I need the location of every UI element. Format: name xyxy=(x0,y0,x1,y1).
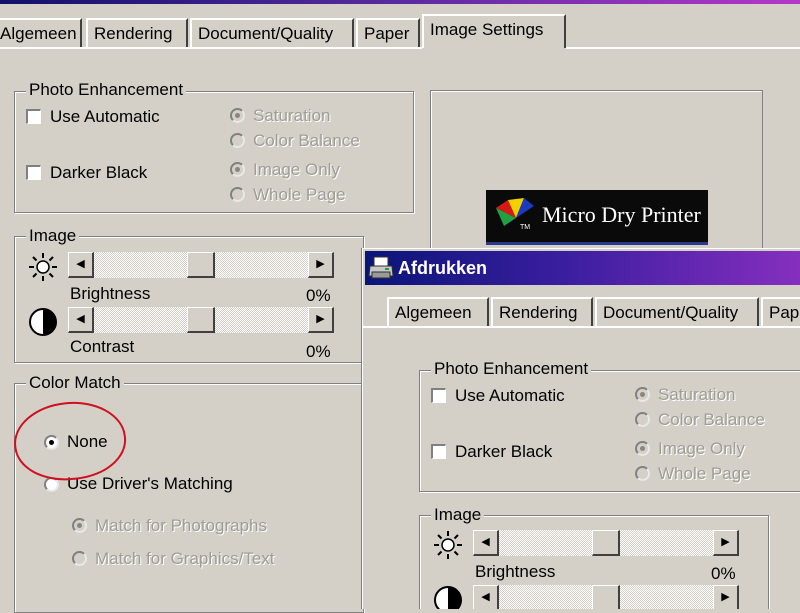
arrow-right-icon: ▶ xyxy=(721,536,730,548)
contrast-value: 0% xyxy=(306,342,331,361)
image-only-label: Image Only xyxy=(253,160,340,179)
match-photographs-radio[interactable] xyxy=(72,518,87,533)
dialog-title: Afdrukken xyxy=(398,258,488,278)
dialog-use-automatic-label: Use Automatic xyxy=(455,386,565,405)
saturation-radio[interactable] xyxy=(230,108,245,123)
tab-image-settings[interactable]: Image Settings xyxy=(422,14,566,48)
use-automatic-label: Use Automatic xyxy=(50,107,160,126)
dialog-saturation-label: Saturation xyxy=(658,385,736,404)
dialog-contrast-slider-thumb[interactable] xyxy=(592,585,620,609)
tab-label: Document/Quality xyxy=(198,24,334,43)
parent-title-strip xyxy=(0,0,800,4)
arrow-left-icon: ◀ xyxy=(481,591,490,603)
image-group-title: Image xyxy=(26,226,80,246)
color-match-title: Color Match xyxy=(26,373,124,393)
dialog-image-only-label: Image Only xyxy=(658,439,745,458)
color-balance-label: Color Balance xyxy=(253,131,360,150)
dialog-whole-page-radio[interactable] xyxy=(635,466,650,481)
whole-page-label: Whole Page xyxy=(253,185,346,204)
arrow-left-icon: ◀ xyxy=(76,313,85,325)
brightness-slider-thumb[interactable] xyxy=(187,252,215,278)
tab-label: Algemeen xyxy=(0,24,77,43)
dialog-darker-black-label: Darker Black xyxy=(455,442,553,461)
tab-label: Pap xyxy=(769,303,800,322)
afdrukken-dialog: Afdrukken Algemeen Rendering Document/Qu… xyxy=(362,248,800,609)
brightness-value: 0% xyxy=(306,286,331,305)
dialog-brightness-value: 0% xyxy=(711,564,736,583)
dialog-brightness-slider-thumb[interactable] xyxy=(592,530,620,556)
contrast-icon xyxy=(29,308,57,336)
dialog-contrast-right-button[interactable]: ▶ xyxy=(713,585,739,609)
dialog-color-balance-radio[interactable] xyxy=(635,412,650,427)
logo-tm: TM xyxy=(520,224,531,231)
tab-label: Image Settings xyxy=(430,20,544,39)
dialog-contrast-icon xyxy=(434,586,462,609)
dialog-contrast-left-button[interactable]: ◀ xyxy=(473,585,499,609)
dialog-color-balance-label: Color Balance xyxy=(658,410,765,429)
printer-icon xyxy=(368,256,394,279)
brightness-right-button[interactable]: ▶ xyxy=(308,252,334,278)
tab-panel-top-border xyxy=(566,47,800,49)
arrow-left-icon: ◀ xyxy=(76,258,85,270)
contrast-left-button[interactable]: ◀ xyxy=(68,307,94,333)
tab-panel-top-border xyxy=(0,47,422,49)
match-photographs-label: Match for Photographs xyxy=(95,516,267,535)
color-balance-radio[interactable] xyxy=(230,133,245,148)
darker-black-checkbox[interactable] xyxy=(26,165,41,180)
contrast-slider-thumb[interactable] xyxy=(187,307,215,333)
micro-dry-logo: Micro Dry Printer TM xyxy=(486,190,708,245)
brightness-sun-icon xyxy=(29,253,57,281)
dialog-whole-page-label: Whole Page xyxy=(658,464,751,483)
brightness-left-button[interactable]: ◀ xyxy=(68,252,94,278)
dialog-tab-panel-border xyxy=(363,326,800,328)
dialog-saturation-radio[interactable] xyxy=(635,387,650,402)
tab-label: Paper xyxy=(364,24,410,43)
contrast-label: Contrast xyxy=(70,337,135,356)
dialog-tab-document-quality[interactable]: Document/Quality xyxy=(595,297,759,327)
dialog-use-automatic-checkbox[interactable] xyxy=(431,388,446,403)
photo-enhancement-title: Photo Enhancement xyxy=(26,80,187,100)
tab-document-quality[interactable]: Document/Quality xyxy=(190,18,354,48)
dialog-tab-paper[interactable]: Pap xyxy=(761,297,800,327)
dialog-brightness-left-button[interactable]: ◀ xyxy=(473,530,499,556)
arrow-left-icon: ◀ xyxy=(481,536,490,548)
tab-rendering[interactable]: Rendering xyxy=(86,18,188,48)
dialog-tab-rendering[interactable]: Rendering xyxy=(491,297,593,327)
dialog-brightness-sun-icon xyxy=(434,531,462,559)
tab-label: Algemeen xyxy=(395,303,472,322)
use-drivers-matching-label: Use Driver's Matching xyxy=(67,474,233,493)
dialog-tab-algemeen[interactable]: Algemeen xyxy=(387,297,489,327)
arrow-right-icon: ▶ xyxy=(721,591,730,603)
match-graphics-text-radio[interactable] xyxy=(72,551,87,566)
brightness-label: Brightness xyxy=(70,284,151,303)
tab-label: Rendering xyxy=(94,24,173,43)
dialog-darker-black-checkbox[interactable] xyxy=(431,444,446,459)
arrow-right-icon: ▶ xyxy=(316,313,325,325)
use-automatic-checkbox[interactable] xyxy=(26,109,41,124)
match-graphics-text-label: Match for Graphics/Text xyxy=(95,549,275,568)
dialog-image-only-radio[interactable] xyxy=(635,441,650,456)
tab-paper[interactable]: Paper xyxy=(356,18,420,48)
dialog-brightness-right-button[interactable]: ▶ xyxy=(713,530,739,556)
arrow-right-icon: ▶ xyxy=(316,258,325,270)
tab-label: Document/Quality xyxy=(603,303,739,322)
tab-label: Rendering xyxy=(499,303,578,322)
contrast-right-button[interactable]: ▶ xyxy=(308,307,334,333)
whole-page-radio[interactable] xyxy=(230,187,245,202)
image-only-radio[interactable] xyxy=(230,162,245,177)
darker-black-label: Darker Black xyxy=(50,163,148,182)
logo-text: Micro Dry Printer xyxy=(542,202,701,227)
tab-algemeen[interactable]: Algemeen xyxy=(0,18,82,48)
dialog-photo-enhancement-title: Photo Enhancement xyxy=(431,359,592,379)
dialog-title-bar[interactable]: Afdrukken xyxy=(365,251,800,285)
dialog-image-group-title: Image xyxy=(431,505,485,525)
dialog-brightness-label: Brightness xyxy=(475,562,556,581)
saturation-label: Saturation xyxy=(253,106,331,125)
